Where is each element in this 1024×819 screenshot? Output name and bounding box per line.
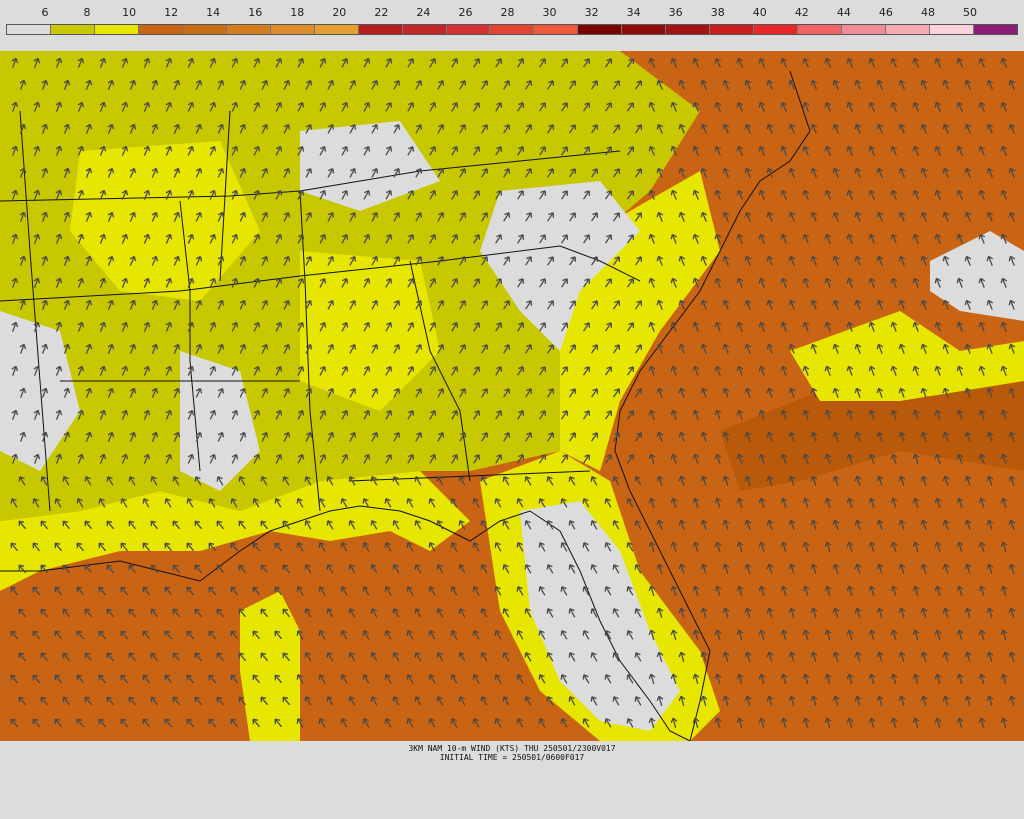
legend-swatch	[666, 25, 711, 34]
wind-map-svg	[0, 51, 1024, 741]
legend-tick-label: 34	[626, 6, 641, 19]
legend-tick-label: 6	[41, 6, 49, 19]
legend-swatch	[402, 25, 447, 34]
legend-swatch	[842, 25, 887, 34]
legend-tick-label: 46	[878, 6, 893, 19]
legend-swatch	[710, 25, 755, 34]
legend-swatch	[226, 25, 271, 34]
legend-tick-label: 48	[920, 6, 935, 19]
legend-tick-label: 30	[542, 6, 557, 19]
legend-swatch	[798, 25, 843, 34]
legend-swatch	[754, 25, 799, 34]
legend-tick-label: 40	[752, 6, 767, 19]
legend-swatch	[94, 25, 139, 34]
legend-swatch	[182, 25, 227, 34]
legend-swatch	[578, 25, 623, 34]
legend-tick-label: 10	[122, 6, 137, 19]
color-legend: 6 8 10 12 14 16 18 20 22 24 26 28 30 32 34 36 38 40 42 44 46…	[0, 0, 1024, 50]
caption-line-2: INITIAL TIME = 250501/0600F017	[439, 753, 585, 762]
legend-swatch	[490, 25, 535, 34]
legend-swatch	[138, 25, 183, 34]
legend-tick-label: 8	[83, 6, 91, 19]
legend-swatch	[314, 25, 359, 34]
legend-swatch	[973, 25, 1017, 34]
legend-tick-labels: 6 8 10 12 14 16 18 20 22 24 26 28 30 32 34 36 38 40 42 44 46…	[0, 6, 1024, 22]
legend-tick-label: 24	[416, 6, 431, 19]
legend-tick-label: 42	[794, 6, 809, 19]
wind-map	[0, 51, 1024, 741]
legend-swatch	[622, 25, 667, 34]
caption-line-1: 3KM NAM 10-m WIND (KTS) THU 250501/2300V…	[408, 744, 616, 753]
legend-tick-label: 16	[248, 6, 263, 19]
legend-swatches	[6, 24, 1018, 35]
legend-swatch	[534, 25, 579, 34]
legend-tick-label: 20	[332, 6, 347, 19]
legend-tick-label: 36	[668, 6, 683, 19]
gulf-offshore-band	[240, 591, 300, 741]
legend-swatch	[446, 25, 491, 34]
legend-swatch	[358, 25, 403, 34]
legend-tick-label: 22	[374, 6, 389, 19]
legend-swatch	[7, 25, 51, 34]
legend-swatch	[50, 25, 95, 34]
legend-swatch	[270, 25, 315, 34]
legend-swatch	[886, 25, 931, 34]
legend-tick-label: 26	[458, 6, 473, 19]
legend-tick-label: 38	[710, 6, 725, 19]
map-caption: 3KM NAM 10-m WIND (KTS) THU 250501/2300V…	[0, 744, 1024, 762]
legend-tick-label: 44	[836, 6, 851, 19]
legend-tick-label: 14	[206, 6, 221, 19]
legend-tick-label: 50	[963, 6, 977, 19]
legend-tick-label: 18	[290, 6, 305, 19]
legend-tick-label: 12	[164, 6, 179, 19]
legend-tick-label: 32	[584, 6, 599, 19]
legend-tick-label: 28	[500, 6, 515, 19]
legend-swatch	[930, 25, 974, 34]
